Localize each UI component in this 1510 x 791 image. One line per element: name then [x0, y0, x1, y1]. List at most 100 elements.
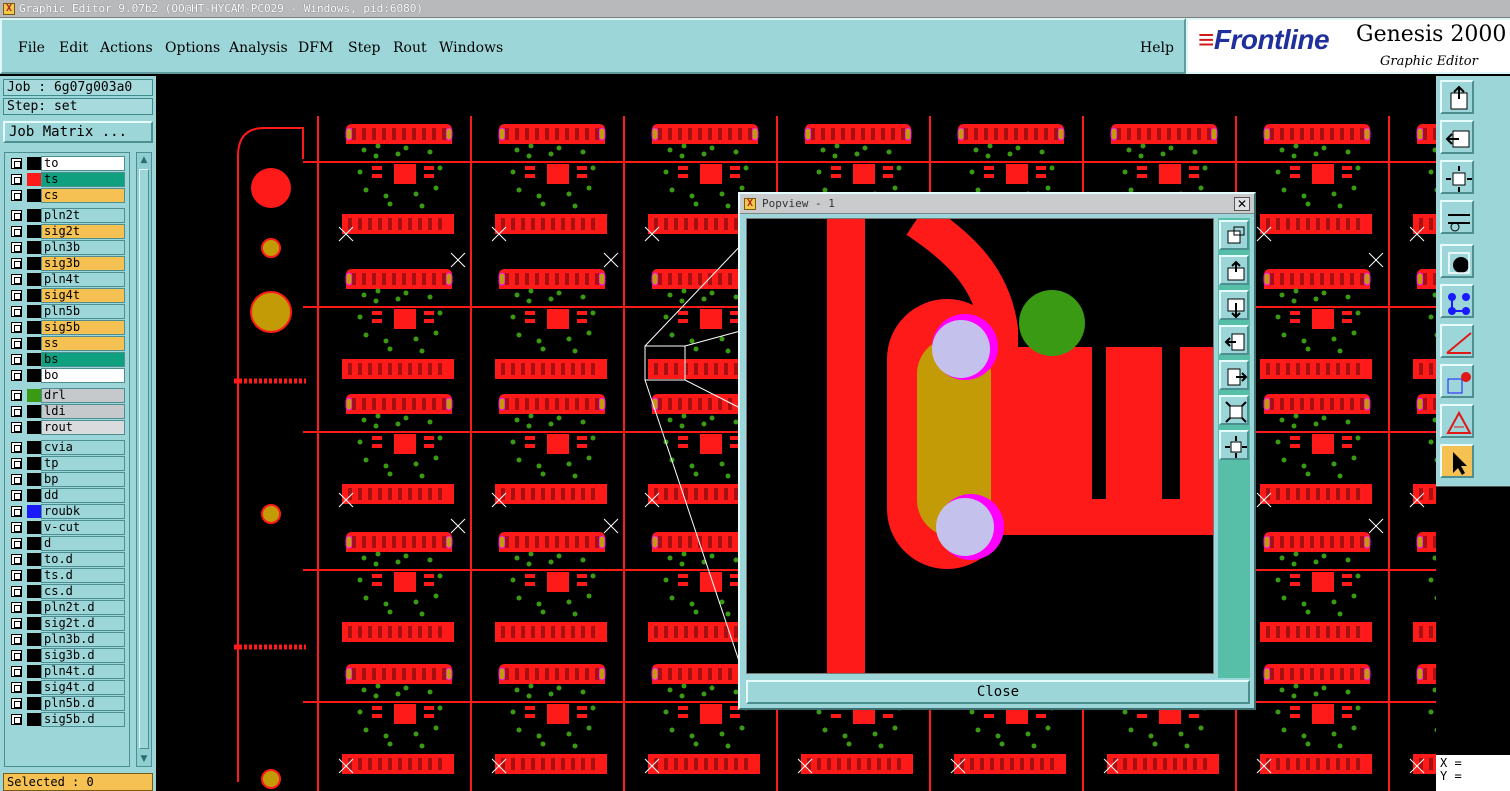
- zoom-home-icon[interactable]: [1440, 80, 1474, 114]
- layer-color-swatch[interactable]: [27, 369, 41, 382]
- layer-checkbox[interactable]: [11, 554, 22, 565]
- layer-color-swatch[interactable]: [27, 713, 41, 726]
- layer-checkbox[interactable]: [11, 274, 22, 285]
- layer-row-ts.d[interactable]: ts.d: [5, 568, 131, 583]
- layer-row-ts[interactable]: ts: [5, 172, 131, 187]
- layer-name[interactable]: rout: [41, 420, 125, 435]
- layer-row-ss[interactable]: ss: [5, 336, 131, 351]
- layer-row-cvia[interactable]: cvia: [5, 440, 131, 455]
- layer-name[interactable]: sig2t: [41, 224, 125, 239]
- layer-row-pln4t[interactable]: pln4t: [5, 272, 131, 287]
- menu-step[interactable]: Step: [348, 40, 380, 56]
- layer-checkbox[interactable]: [11, 490, 22, 501]
- layer-color-swatch[interactable]: [27, 601, 41, 614]
- pan-left-icon[interactable]: [1219, 325, 1249, 355]
- menu-edit[interactable]: Edit: [59, 40, 88, 56]
- layer-checkbox[interactable]: [11, 158, 22, 169]
- layer-name[interactable]: pln3b.d: [41, 632, 125, 647]
- layer-row-sig4t.d[interactable]: sig4t.d: [5, 680, 131, 695]
- layer-row-ldi[interactable]: ldi: [5, 404, 131, 419]
- popview-titlebar[interactable]: X Popview - 1: [740, 194, 1254, 214]
- layer-row-roubk[interactable]: roubk: [5, 504, 131, 519]
- layer-name[interactable]: sig4t.d: [41, 680, 125, 695]
- layer-row-rout[interactable]: rout: [5, 420, 131, 435]
- zoom-back-icon[interactable]: [1440, 120, 1474, 154]
- layer-row-sig3b.d[interactable]: sig3b.d: [5, 648, 131, 663]
- layer-color-swatch[interactable]: [27, 289, 41, 302]
- layer-row-pln2t[interactable]: pln2t: [5, 208, 131, 223]
- layer-row-bo[interactable]: bo: [5, 368, 131, 383]
- layer-row-pln2t.d[interactable]: pln2t.d: [5, 600, 131, 615]
- menu-options[interactable]: Options: [165, 40, 220, 56]
- layer-color-swatch[interactable]: [27, 569, 41, 582]
- layer-name[interactable]: sig3b: [41, 256, 125, 271]
- layer-color-swatch[interactable]: [27, 633, 41, 646]
- layer-color-swatch[interactable]: [27, 389, 41, 402]
- layer-row-d[interactable]: d: [5, 536, 131, 551]
- center-icon[interactable]: [1219, 430, 1249, 460]
- layer-checkbox[interactable]: [11, 586, 22, 597]
- layer-row-to.d[interactable]: to.d: [5, 552, 131, 567]
- layer-checkbox[interactable]: [11, 698, 22, 709]
- layer-row-sig3b[interactable]: sig3b: [5, 256, 131, 271]
- layer-checkbox[interactable]: [11, 634, 22, 645]
- layer-name[interactable]: to.d: [41, 552, 125, 567]
- layer-row-cs[interactable]: cs: [5, 188, 131, 203]
- scroll-up-icon[interactable]: ▲: [137, 153, 151, 167]
- layer-color-swatch[interactable]: [27, 353, 41, 366]
- layer-checkbox[interactable]: [11, 290, 22, 301]
- layer-name[interactable]: ss: [41, 336, 125, 351]
- menu-actions[interactable]: Actions: [100, 40, 153, 56]
- layer-name[interactable]: ts: [41, 172, 125, 187]
- pan-right-icon[interactable]: [1219, 360, 1249, 390]
- layer-color-swatch[interactable]: [27, 441, 41, 454]
- layer-name[interactable]: ldi: [41, 404, 125, 419]
- layer-name[interactable]: cs.d: [41, 584, 125, 599]
- layer-color-swatch[interactable]: [27, 157, 41, 170]
- layer-row-dd[interactable]: dd: [5, 488, 131, 503]
- scroll-down-icon[interactable]: ▼: [137, 752, 151, 766]
- layer-color-swatch[interactable]: [27, 173, 41, 186]
- layer-color-swatch[interactable]: [27, 241, 41, 254]
- layer-checkbox[interactable]: [11, 174, 22, 185]
- popview-close-icon[interactable]: ✕: [1234, 197, 1250, 211]
- net-icon[interactable]: [1440, 284, 1474, 318]
- layer-color-swatch[interactable]: [27, 585, 41, 598]
- layer-name[interactable]: drl: [41, 388, 125, 403]
- layer-checkbox[interactable]: [11, 618, 22, 629]
- zoom-in-icon[interactable]: [1219, 220, 1249, 250]
- layer-row-pln4t.d[interactable]: pln4t.d: [5, 664, 131, 679]
- layer-checkbox[interactable]: [11, 354, 22, 365]
- layer-row-bs[interactable]: bs: [5, 352, 131, 367]
- layer-row-sig5b[interactable]: sig5b: [5, 320, 131, 335]
- layer-name[interactable]: pln5b: [41, 304, 125, 319]
- layer-color-swatch[interactable]: [27, 521, 41, 534]
- layer-color-swatch[interactable]: [27, 405, 41, 418]
- layer-color-swatch[interactable]: [27, 505, 41, 518]
- layer-checkbox[interactable]: [11, 322, 22, 333]
- menu-analysis[interactable]: Analysis: [229, 40, 288, 56]
- layer-color-swatch[interactable]: [27, 225, 41, 238]
- layer-color-swatch[interactable]: [27, 697, 41, 710]
- layer-color-swatch[interactable]: [27, 489, 41, 502]
- fit-screen-icon[interactable]: [1440, 160, 1474, 194]
- snap-icon[interactable]: [1440, 244, 1474, 278]
- layer-name[interactable]: dd: [41, 488, 125, 503]
- layer-list-scrollbar[interactable]: ▲ ▼: [136, 152, 152, 767]
- fit-all-icon[interactable]: [1219, 395, 1249, 425]
- layer-name[interactable]: pln5b.d: [41, 696, 125, 711]
- layer-name[interactable]: pln4t.d: [41, 664, 125, 679]
- angle-icon[interactable]: [1440, 324, 1474, 358]
- layer-row-to[interactable]: to: [5, 156, 131, 171]
- layer-row-sig2t[interactable]: sig2t: [5, 224, 131, 239]
- layer-checkbox[interactable]: [11, 650, 22, 661]
- layer-name[interactable]: sig5b.d: [41, 712, 125, 727]
- layer-color-swatch[interactable]: [27, 189, 41, 202]
- layer-name[interactable]: d: [41, 536, 125, 551]
- layer-name[interactable]: pln2t: [41, 208, 125, 223]
- layer-color-swatch[interactable]: [27, 457, 41, 470]
- layer-name[interactable]: sig3b.d: [41, 648, 125, 663]
- layer-color-swatch[interactable]: [27, 305, 41, 318]
- layer-checkbox[interactable]: [11, 190, 22, 201]
- pointer-icon[interactable]: [1440, 444, 1474, 478]
